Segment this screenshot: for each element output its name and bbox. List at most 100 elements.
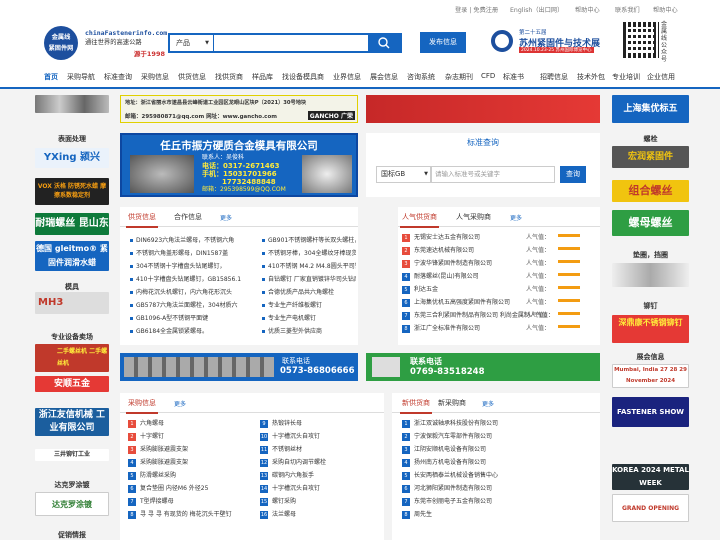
nav-item[interactable]: 招聘信息	[540, 72, 568, 82]
nav-item[interactable]: 杂志期刊	[445, 72, 473, 82]
contact-us-link[interactable]: 联系我们	[615, 5, 640, 14]
rivet-banner[interactable]	[366, 95, 600, 123]
ad-nut-screw[interactable]: 螺母螺丝	[612, 210, 689, 236]
nav-item[interactable]: CFD	[481, 72, 495, 80]
tab-new-suppliers[interactable]: 新供货商	[400, 398, 432, 414]
tab-popular-suppliers[interactable]: 人气供货商	[400, 212, 439, 228]
popular-list-item[interactable]: 6 上海集优机五高强度紧固件有限公司	[402, 297, 520, 307]
new-supplier-item[interactable]: 8 周先生	[402, 509, 594, 519]
nav-item[interactable]: 供货信息	[178, 72, 206, 82]
ad-sanjing[interactable]: 三井铆钉工业	[35, 449, 109, 461]
ad-anshun[interactable]: 安顺五金	[35, 376, 109, 392]
nav-item[interactable]: 业界信息	[333, 72, 361, 82]
tab-cooperation-info[interactable]: 合作信息	[174, 212, 202, 222]
login-register-link[interactable]: 登录 | 免费注册	[455, 5, 498, 14]
supply-list-item[interactable]: 专业生产纤维板螺钉	[262, 300, 356, 309]
tab-new-buyers[interactable]: 新采购商	[438, 398, 466, 408]
nav-item[interactable]: 采购信息	[141, 72, 169, 82]
ad-used-machines[interactable]: 二手螺丝机 二手螺丝机	[35, 344, 109, 372]
purchase-list-item[interactable]: 1 六角螺母	[128, 418, 254, 428]
purchase-list-item[interactable]: 15 螺钉采购	[260, 496, 380, 506]
supply-list-item[interactable]: 优质三菱型外供应商	[262, 326, 356, 335]
nav-item[interactable]: 找供货商	[215, 72, 243, 82]
nav-item[interactable]: 找设备模具商	[282, 72, 324, 82]
purchase-list-item[interactable]: 10 十字槽沉头自攻钉	[260, 431, 380, 441]
purchase-list-item[interactable]: 12 采购自切内调节螺栓	[260, 457, 380, 467]
new-supplier-item[interactable]: 5 长安两栖泰兰机械设备销售中心	[402, 470, 594, 480]
popular-list-item[interactable]: 7 东莞三合利紧固件制品有限公司 利尚金属制人气值：	[402, 310, 554, 320]
purchase-list-item[interactable]: 11 不锈钢丝材	[260, 444, 380, 454]
supply-list-item[interactable]: GB901不锈钢螺杆等长双头螺柱，304	[262, 235, 356, 244]
purchase-list-item[interactable]: 16 法兰螺母	[260, 509, 380, 519]
supply-list-item[interactable]: GB1096-A型不锈钢平面键	[130, 313, 242, 322]
supply-list-item[interactable]: 自钻螺钉 厂家直销镀锌华司头钻尾/	[262, 274, 356, 283]
supply-list-item[interactable]: 410不锈钢 M4.2 M4.8圆头平司钻尾	[262, 261, 356, 270]
supply-list-item[interactable]: GB5787六角法兰面螺栓，304材质六	[130, 300, 242, 309]
ad-jiyou[interactable]: 上海集优标五	[612, 95, 689, 123]
search-input[interactable]	[216, 35, 368, 51]
help-center-link-2[interactable]: 帮助中心	[653, 5, 678, 14]
ad-combo-screw[interactable]: 组合螺丝	[612, 180, 689, 202]
ad-dacromet[interactable]: 达克罗涂镀	[35, 492, 109, 516]
supply-more-link[interactable]: 更多	[220, 213, 232, 222]
ad-mh3[interactable]: MH3	[35, 292, 109, 314]
supply-list-item[interactable]: DIN6923六角法兰螺母，不锈钢六角	[130, 235, 242, 244]
purchase-list-item[interactable]: 8 寻 寻 寻 有现货的 梅花沉头干壁钉	[128, 509, 254, 519]
ad-washer-image[interactable]	[612, 263, 689, 287]
popular-list-item[interactable]: 4 耐落螺丝(昆山)有限公司	[402, 271, 520, 281]
new-supplier-item[interactable]: 7 东莞市创丽电子五金有限公司	[402, 496, 594, 506]
help-center-link[interactable]: 帮助中心	[575, 5, 600, 14]
purchase-list-item[interactable]: 2 十字螺钉	[128, 431, 254, 441]
ad-nirui[interactable]: 耐瑞螺丝 昆山东莞	[35, 213, 109, 235]
standard-type-select[interactable]: 国标GB ▼	[376, 166, 432, 183]
gancho-banner[interactable]: 地址：浙江省丽水市遂昌县云峰街道工业园区龙眼山区块P（2021）30号地块 邮箱…	[120, 95, 358, 123]
supply-list-item[interactable]: 专业生产电机螺钉	[262, 313, 356, 322]
ad-expo-fastener-show[interactable]: FASTENER SHOW	[612, 397, 689, 427]
hotline-banner-right[interactable]: 联系电话 0769-83518248	[366, 353, 600, 381]
tab-supply-info[interactable]: 供货信息	[126, 212, 158, 228]
ad-expo-grand-opening[interactable]: GRAND OPENING	[612, 494, 689, 522]
supply-list-item[interactable]: 合德优质产品共六角螺栓	[262, 287, 356, 296]
ad-yixing[interactable]: YXing 颍兴	[35, 148, 109, 168]
ad-vox[interactable]: VOX 沃格 防锈死水蜡 摩擦系数稳定剂	[35, 178, 109, 205]
new-supplier-item[interactable]: 1 浙江双诚轴承科技股份有限公司	[402, 418, 594, 428]
new-suppliers-more-link[interactable]: 更多	[482, 399, 494, 408]
purchase-list-item[interactable]: 7 T型焊接螺母	[128, 496, 254, 506]
ad-hongrun[interactable]: 宏润紧固件	[612, 146, 689, 168]
nav-item[interactable]: 技术外包	[577, 72, 605, 82]
nav-item[interactable]: 标准书	[503, 72, 524, 82]
popular-list-item[interactable]: 8 浙江广全标准件有限公司	[402, 323, 520, 333]
supply-list-item[interactable]: 内梅花沉头机螺钉，内六角花形沉头	[130, 287, 242, 296]
ad-gleitmo[interactable]: 德国 gleitmo® 紧固件润滑水蜡	[35, 241, 109, 271]
english-site-link[interactable]: English（出口网）	[510, 5, 563, 14]
purchase-list-item[interactable]: 5 防滑螺丝采购	[128, 470, 254, 480]
hotline-banner-left[interactable]: 联系电话 0573-86806666	[120, 353, 358, 381]
nav-item[interactable]: 咨询系统	[407, 72, 435, 82]
purchase-list-item[interactable]: 9 热锻锌长母	[260, 418, 380, 428]
nav-item[interactable]: 标准查询	[104, 72, 132, 82]
supply-list-item[interactable]: GB6184全金属锁紧螺母。	[130, 326, 242, 335]
nav-item[interactable]: 展会信息	[370, 72, 398, 82]
nav-item[interactable]: 采购导航	[67, 72, 95, 82]
ad-bolts-image[interactable]	[35, 95, 109, 113]
popular-list-item[interactable]: 5 利达五金	[402, 284, 520, 294]
popular-list-item[interactable]: 2 东莞速达机械有限公司	[402, 245, 520, 255]
ad-zhejiang-youxin[interactable]: 浙江友信机械 工业有限公司	[35, 408, 109, 436]
popular-list-item[interactable]: 3 宁波华锋紧固件制造有限公司	[402, 258, 520, 268]
publish-info-button[interactable]: 发布信息	[420, 32, 466, 53]
standard-query-button[interactable]: 查询	[560, 166, 586, 183]
standard-query-input[interactable]: 请输入标准号或关键字	[430, 166, 555, 183]
new-supplier-item[interactable]: 4 扬州南方机电设备有限公司	[402, 457, 594, 467]
supply-list-item[interactable]: 不锈钢六角盖形螺母，DIN1587盖	[130, 248, 242, 257]
purchase-more-link[interactable]: 更多	[174, 399, 186, 408]
tab-purchase-info[interactable]: 采购信息	[126, 398, 158, 414]
zhenfang-banner[interactable]: 任丘市振方硬质合金模具有限公司 联系人：吴俊科 电话：0317-2671463 …	[120, 133, 358, 197]
new-supplier-item[interactable]: 2 宁波保毅汽车零部件有限公司	[402, 431, 594, 441]
ad-rivet[interactable]: 深鼎康不锈钢铆钉	[612, 315, 689, 343]
ad-expo-mumbai[interactable]: Mumbai, India 27 28 29 November 2024	[612, 364, 689, 388]
purchase-list-item[interactable]: 4 采购膨胀避震支架	[128, 457, 254, 467]
new-supplier-item[interactable]: 6 河北狮阳紧固件制造有限公司	[402, 483, 594, 493]
purchase-list-item[interactable]: 6 复合垫圈 内径M6 外径25	[128, 483, 254, 493]
popular-more-link[interactable]: 更多	[510, 213, 522, 222]
purchase-list-item[interactable]: 13 碳钢内六角扳手	[260, 470, 380, 480]
